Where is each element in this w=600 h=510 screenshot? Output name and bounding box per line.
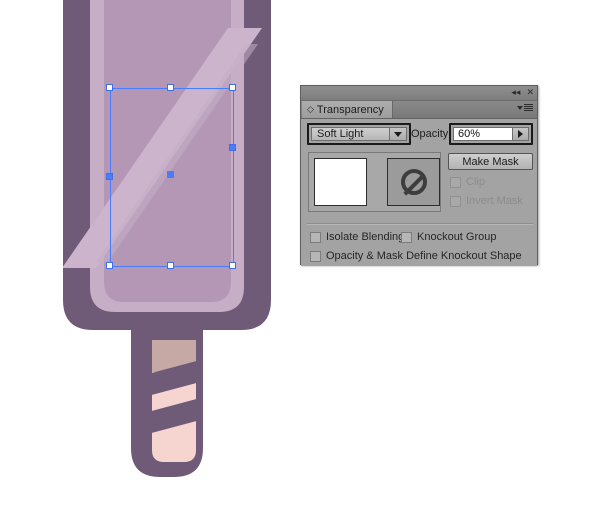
menu-lines-icon bbox=[524, 104, 533, 111]
make-mask-button[interactable]: Make Mask bbox=[448, 153, 533, 170]
invert-mask-checkbox[interactable] bbox=[450, 195, 461, 207]
mask-row: Make Mask Clip Invert Mask bbox=[301, 149, 539, 224]
opacity-mask-knockout-label: Opacity & Mask Define Knockout Shape bbox=[326, 250, 522, 262]
make-mask-label: Make Mask bbox=[462, 155, 519, 168]
opacity-value: 60% bbox=[458, 128, 481, 140]
knockout-group-row[interactable]: Knockout Group bbox=[401, 231, 497, 243]
clip-checkbox-row[interactable]: Clip bbox=[450, 176, 485, 188]
updown-chevron-icon: ◇ bbox=[307, 104, 314, 114]
knockout-group-label: Knockout Group bbox=[417, 231, 497, 243]
no-mask-icon bbox=[400, 169, 427, 195]
panel-tab-row[interactable]: ◇ Transparency bbox=[301, 101, 537, 119]
opacity-mask-knockout-checkbox[interactable] bbox=[310, 250, 321, 262]
mask-thumbnail[interactable] bbox=[387, 158, 440, 206]
panel-menu-icon[interactable] bbox=[517, 104, 533, 111]
transparency-panel[interactable]: ◂◂ ✕ ◇ Transparency Soft Light Opacity: bbox=[300, 85, 538, 266]
menu-caret-icon bbox=[517, 105, 523, 110]
tab-transparency-label: Transparency bbox=[316, 103, 384, 116]
double-left-arrow-icon[interactable]: ◂◂ bbox=[511, 88, 520, 98]
clip-checkbox[interactable] bbox=[450, 176, 461, 188]
isolate-blending-checkbox[interactable] bbox=[310, 231, 321, 243]
thumbnail-group bbox=[308, 152, 441, 212]
invert-mask-checkbox-row[interactable]: Invert Mask bbox=[450, 195, 523, 207]
isolate-blending-label: Isolate Blending bbox=[326, 231, 405, 243]
chevron-down-icon[interactable] bbox=[389, 128, 406, 140]
play-right-icon[interactable] bbox=[512, 128, 528, 140]
blend-mode-focus-ring: Soft Light bbox=[307, 123, 411, 145]
blend-mode-select[interactable]: Soft Light bbox=[311, 127, 407, 141]
opacity-focus-ring: 60% bbox=[449, 123, 533, 145]
opacity-mask-knockout-row[interactable]: Opacity & Mask Define Knockout Shape bbox=[310, 250, 522, 262]
opacity-input[interactable]: 60% bbox=[453, 127, 529, 141]
blend-mode-value: Soft Light bbox=[317, 128, 364, 140]
stick-detail-group bbox=[152, 340, 196, 462]
isolate-blending-row[interactable]: Isolate Blending bbox=[310, 231, 404, 243]
knockout-group-checkbox[interactable] bbox=[401, 231, 412, 243]
panel-divider bbox=[307, 223, 533, 225]
titlebar-icon-group: ◂◂ ✕ bbox=[511, 86, 534, 100]
invert-mask-label: Invert Mask bbox=[466, 195, 523, 207]
panel-body: Soft Light Opacity: 60% Make Mask Clip I… bbox=[301, 119, 537, 266]
clip-label: Clip bbox=[466, 176, 485, 188]
close-icon[interactable]: ✕ bbox=[526, 88, 534, 98]
artwork-thumbnail[interactable] bbox=[314, 158, 367, 206]
tab-transparency[interactable]: ◇ Transparency bbox=[302, 101, 393, 118]
blend-opacity-row: Soft Light Opacity: 60% bbox=[301, 119, 539, 149]
panel-titlebar[interactable]: ◂◂ ✕ bbox=[301, 86, 537, 101]
opacity-label: Opacity: bbox=[411, 128, 452, 140]
